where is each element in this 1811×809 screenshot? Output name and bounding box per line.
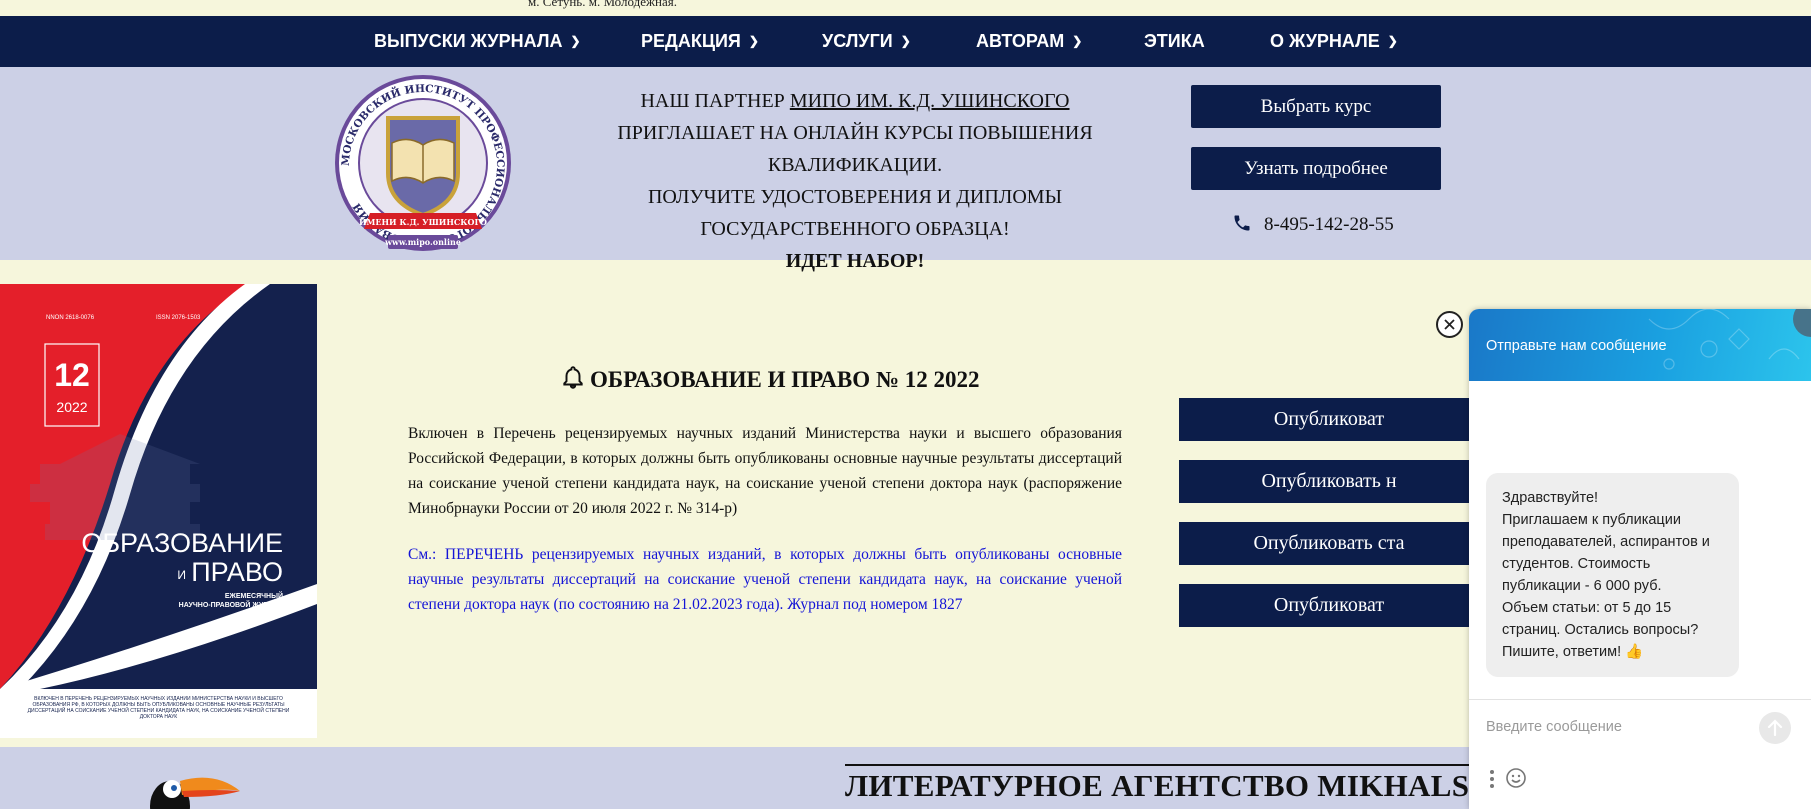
- chat-header: Отправьте нам сообщение: [1469, 309, 1811, 381]
- svg-text:12: 12: [54, 357, 90, 393]
- svg-text:ЕЖЕМЕСЯЧНЫЙ: ЕЖЕМЕСЯЧНЫЙ: [225, 591, 283, 600]
- learn-more-button[interactable]: Узнать подробнее: [1191, 147, 1441, 190]
- toucan-image: [150, 777, 240, 809]
- lit-divider: [845, 764, 1485, 766]
- partner-banner: МОСКОВСКИЙ ИНСТИТУТ ПРОФЕССИОНАЛЬНОГО ОБ…: [0, 67, 1811, 272]
- mipo-logo[interactable]: МОСКОВСКИЙ ИНСТИТУТ ПРОФЕССИОНАЛЬНОГО ОБ…: [330, 73, 516, 259]
- literary-agency-title[interactable]: ЛИТЕРАТУРНОЕ АГЕНТСТВО MIKHALSKY: [845, 768, 1516, 804]
- svg-text:ИМЕНИ К.Д. УШИНСКОГО: ИМЕНИ К.Д. УШИНСКОГО: [359, 217, 487, 227]
- partner-phone[interactable]: 8-495-142-28-55: [1232, 213, 1394, 236]
- svg-text:ОБРАЗОВАНИЕ: ОБРАЗОВАНИЕ: [81, 528, 283, 558]
- chevron-down-icon: ❯: [570, 34, 581, 48]
- article-list-link[interactable]: См.: ПЕРЕЧЕНЬ рецензируемых научных изда…: [408, 542, 1122, 617]
- chevron-down-icon: ❯: [748, 34, 759, 48]
- emoji-icon[interactable]: [1505, 767, 1527, 789]
- page-title: ОБРАЗОВАНИЕ И ПРАВО № 12 2022: [560, 365, 979, 393]
- nav-authors[interactable]: АВТОРАМ ❯: [976, 31, 1082, 52]
- svg-text:2022: 2022: [56, 399, 87, 415]
- phone-icon: [1234, 215, 1250, 231]
- svg-text:www.mipo.online: www.mipo.online: [384, 237, 461, 247]
- partner-link[interactable]: МИПО ИМ. К.Д. УШИНСКОГО: [790, 90, 1070, 112]
- nav-issues[interactable]: ВЫПУСКИ ЖУРНАЛА ❯: [374, 31, 581, 52]
- more-options-icon[interactable]: [1489, 769, 1495, 789]
- nav-about[interactable]: О ЖУРНАЛЕ ❯: [1270, 31, 1398, 52]
- cover-footer: ВКЛЮЧЕН В ПЕРЕЧЕНЬ РЕЦЕНЗИРУЕМЫХ НАУЧНЫХ…: [27, 696, 290, 720]
- chevron-down-icon: ❯: [1072, 34, 1083, 48]
- publish-button-3[interactable]: Опубликовать ста: [1179, 522, 1479, 565]
- svg-text:NNON 2618-0076: NNON 2618-0076: [46, 315, 95, 321]
- chat-widget: Отправьте нам сообщение Здравствуйте! Пр…: [1469, 309, 1811, 809]
- article-description: Включен в Перечень рецензируемых научных…: [408, 425, 1122, 517]
- choose-course-button[interactable]: Выбрать курс: [1191, 85, 1441, 128]
- publish-button-1[interactable]: Опубликоват: [1179, 398, 1479, 441]
- svg-text:И: И: [177, 568, 186, 582]
- close-icon: [1444, 319, 1455, 330]
- publish-button-4[interactable]: Опубликоват: [1179, 584, 1479, 627]
- main-navbar: ВЫПУСКИ ЖУРНАЛА ❯ РЕДАКЦИЯ ❯ УСЛУГИ ❯ АВТОР…: [0, 16, 1811, 67]
- partner-text: НАШ ПАРТНЕР МИПО ИМ. К.Д. УШИНСКОГО ПРИГ…: [617, 90, 1093, 272]
- nav-services[interactable]: УСЛУГИ ❯: [822, 31, 911, 52]
- svg-text:ISSN 2076-1503: ISSN 2076-1503: [156, 315, 201, 321]
- bell-icon: [563, 366, 583, 389]
- svg-text:НАУЧНО-ПРАВОВОЙ ЖУРНАЛ: НАУЧНО-ПРАВОВОЙ ЖУРНАЛ: [179, 600, 283, 609]
- journal-cover[interactable]: NNON 2618-0076 ISSN 2076-1503 12 2022 ОБ…: [0, 284, 317, 738]
- nav-ethics[interactable]: ЭТИКА: [1144, 31, 1205, 52]
- publish-button-2[interactable]: Опубликовать н: [1179, 460, 1479, 503]
- metro-text: м. Сетунь. м. Молодежная.: [528, 0, 677, 9]
- chat-divider: [1469, 699, 1811, 700]
- chat-message-bubble: Здравствуйте! Приглашаем к публикации пр…: [1486, 473, 1739, 677]
- nav-editorial[interactable]: РЕДАКЦИЯ ❯: [641, 31, 759, 52]
- chevron-down-icon: ❯: [1387, 34, 1398, 48]
- chat-close-button[interactable]: [1436, 311, 1463, 338]
- svg-text:ПРАВО: ПРАВО: [191, 557, 283, 587]
- chat-send-button[interactable]: [1759, 712, 1791, 744]
- chat-message-input[interactable]: [1486, 719, 1756, 735]
- chevron-down-icon: ❯: [900, 34, 911, 48]
- arrow-up-icon: [1767, 719, 1783, 737]
- top-strip: м. Сетунь. м. Молодежная.: [0, 0, 1811, 16]
- chat-header-title: Отправьте нам сообщение: [1486, 338, 1667, 354]
